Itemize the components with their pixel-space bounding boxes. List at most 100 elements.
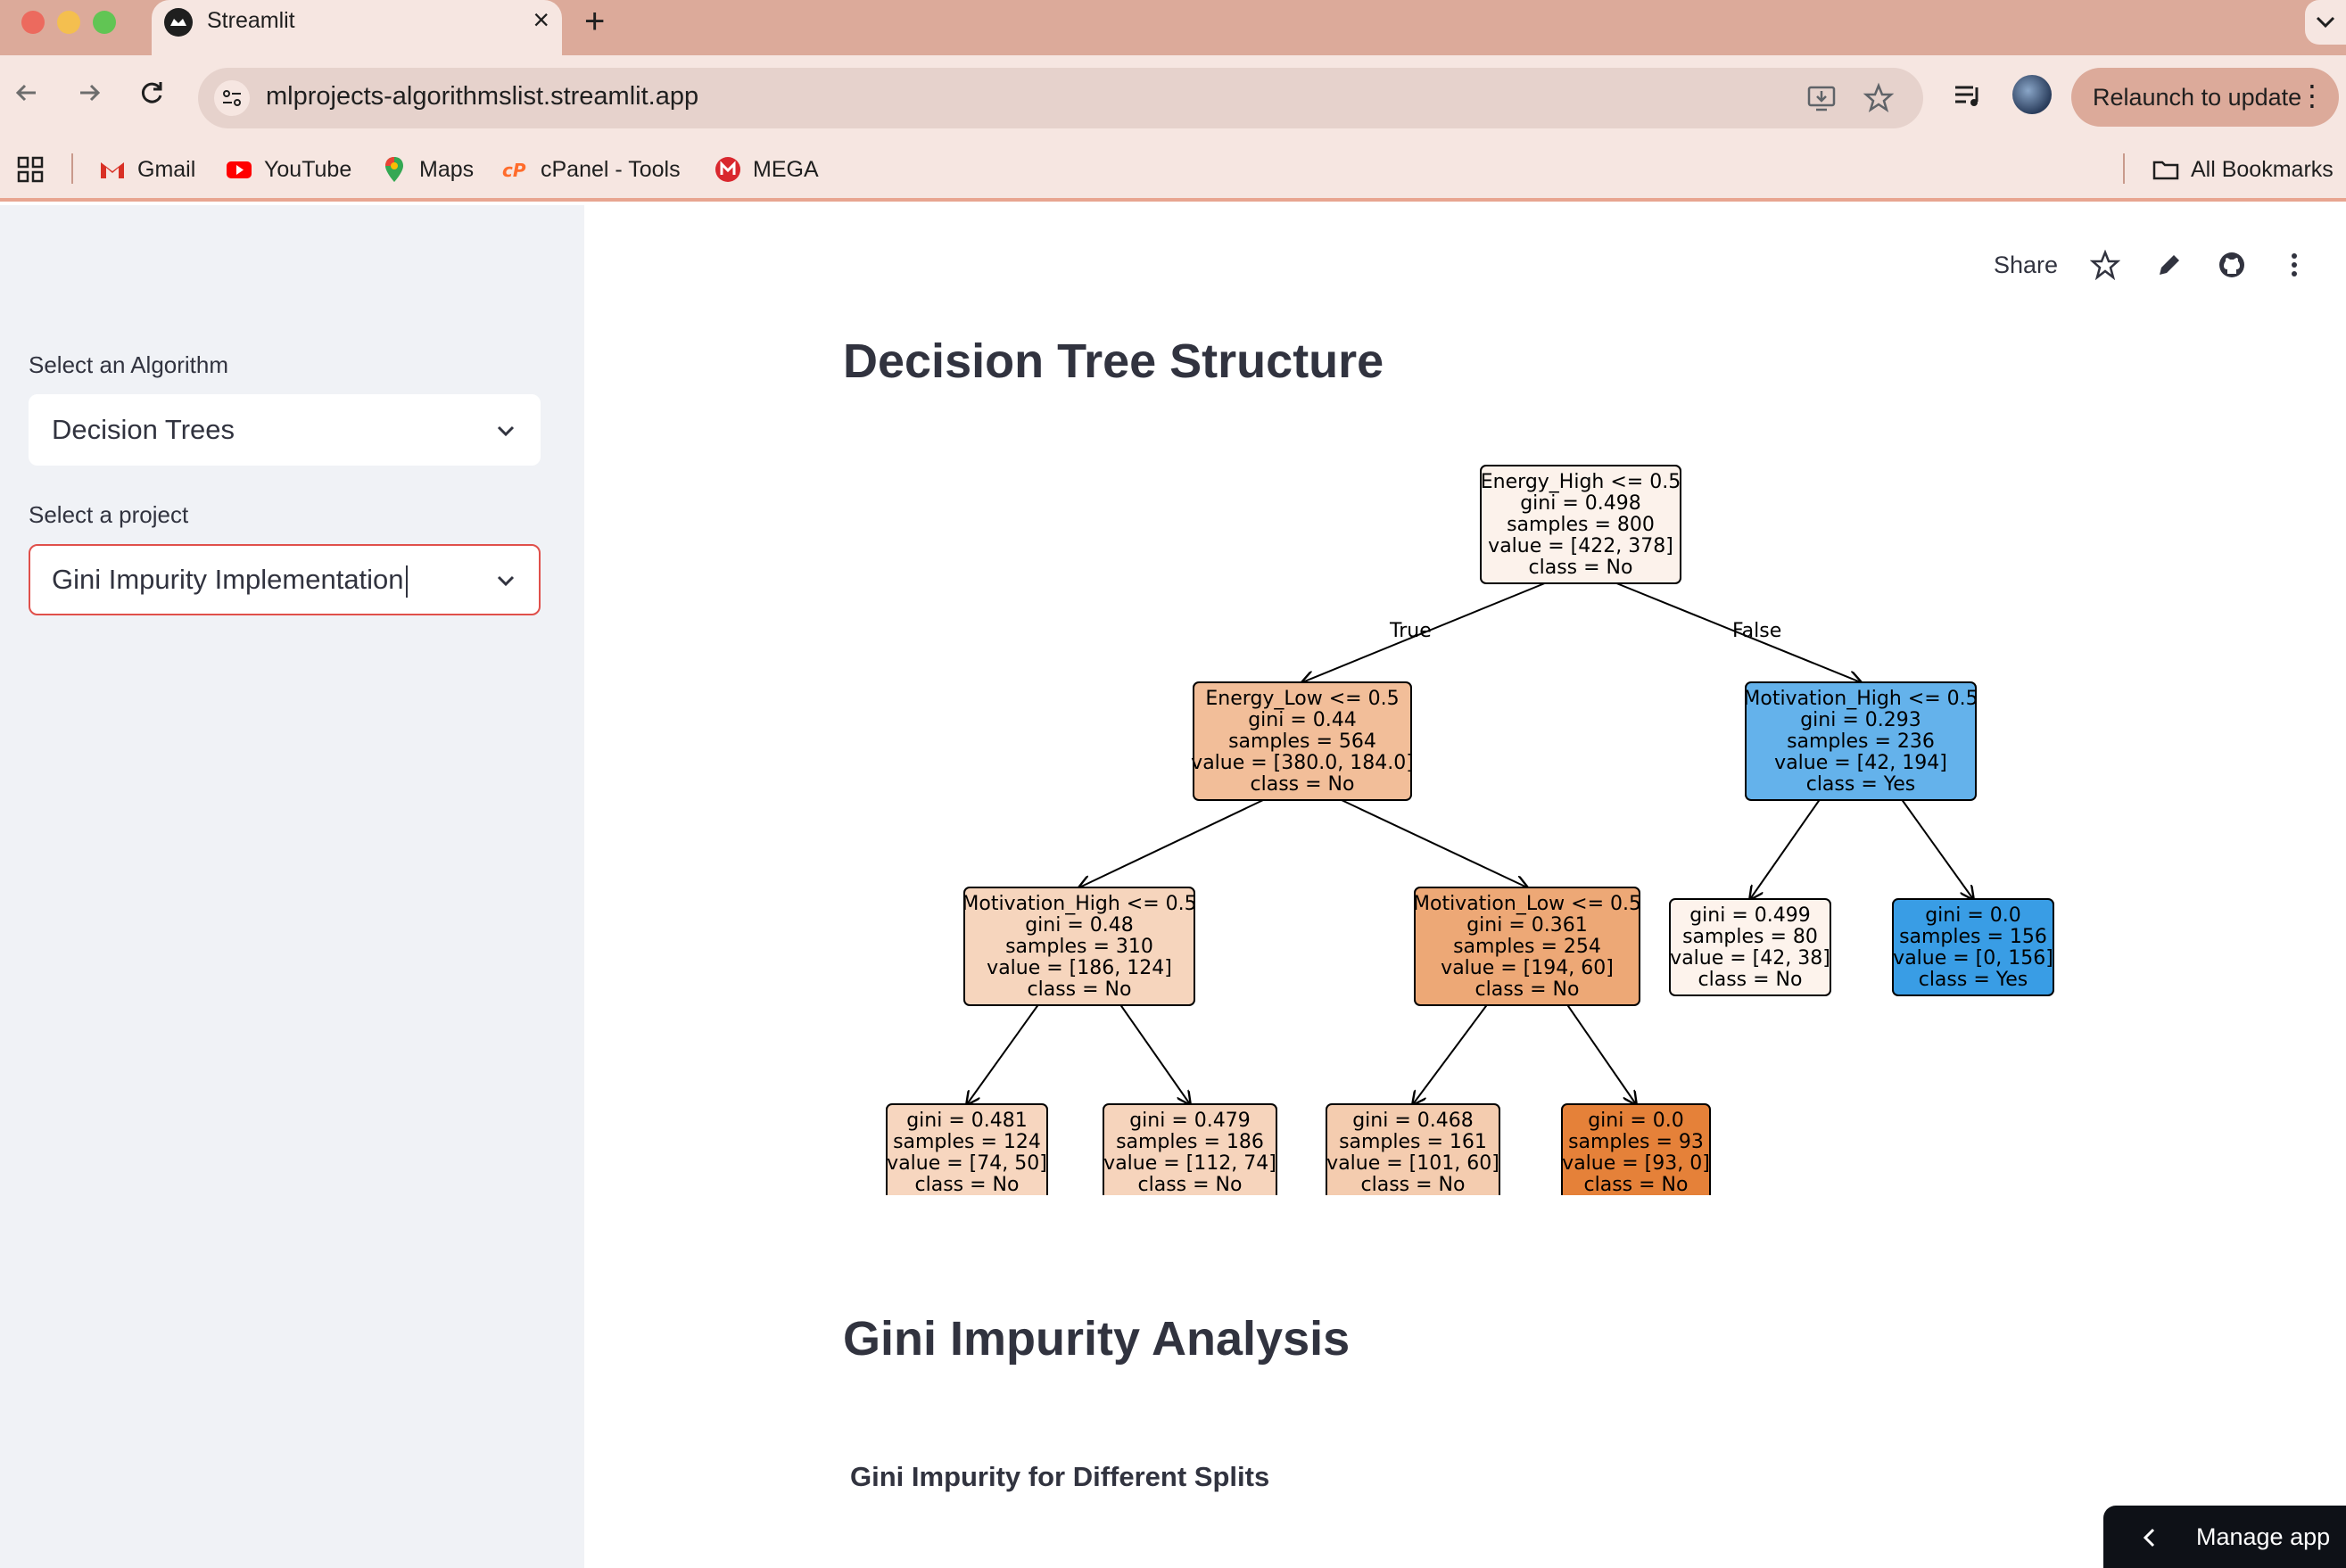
project-select-text: Gini Impurity Implementation [52,564,404,595]
tree-nodes: Energy_High <= 0.5gini = 0.498 samples = … [886,465,2054,1195]
tree-node-root: Energy_High <= 0.5gini = 0.498samples = … [1480,465,1681,584]
tree-node-line: value = [194, 60] [1441,957,1614,979]
apps-grid-icon[interactable] [16,152,45,187]
bookmark-label: Gmail [137,156,196,182]
tree-node-line: samples = 236 [1787,730,1935,753]
back-arrow-icon[interactable] [9,75,45,111]
browser-tab-bar: Streamlit × + [0,0,2346,55]
project-select[interactable]: Gini Impurity Implementation [29,544,541,615]
all-bookmarks-label: All Bookmarks [2191,156,2334,182]
text-cursor [405,565,408,598]
bookmark-label: YouTube [264,156,352,182]
chevron-down-icon [2316,16,2335,29]
tree-node-line: gini = 0.479 [1129,1110,1251,1132]
tree-node-line: samples = 93 [1568,1131,1704,1153]
tree-node-lrr: gini = 0.0samples = 93value = [93, 0]cla… [1561,1103,1711,1195]
tree-edge [1566,1004,1636,1104]
mega-icon [715,157,740,182]
tree-edge [1079,799,1264,887]
tree-node-line: value = [186, 124] [987,957,1172,979]
site-settings-icon[interactable] [214,80,250,116]
bookmark-youtube[interactable]: YouTube [225,152,351,187]
bookmark-maps[interactable]: Maps [380,152,474,187]
bookmark-label: MEGA [753,156,819,182]
bookmark-mega[interactable]: MEGA [714,152,819,187]
tree-node-line: class = No [1028,978,1132,1001]
tab-title: Streamlit [207,8,295,33]
tree-node-line: gini = 0.481 [906,1110,1028,1132]
tree-node-llr: gini = 0.479samples = 186value = [112, 7… [1103,1103,1277,1195]
tree-node-line: gini = 0.48 [1025,914,1134,937]
media-controls-icon[interactable] [1950,78,1986,114]
bookmark-gmail[interactable]: Gmail [98,152,195,187]
maps-pin-icon [385,157,403,182]
maximize-window-button[interactable] [93,11,116,34]
pencil-icon[interactable] [2154,250,2185,280]
tree-node-r: Motivation_High <= 0.5gini = 0.293sample… [1743,681,1978,801]
tree-node-line: value = [74, 50] [887,1152,1047,1175]
tree-edge [1119,1004,1190,1104]
tree-edges [967,582,1973,1104]
tree-edge [1341,799,1527,887]
tree-node-line: value = [422, 378] [1488,535,1673,557]
tree-node-line: Energy_High <= 0.5 [1481,471,1681,493]
tree-node-line: class = No [1251,773,1355,796]
tree-edge [967,1004,1039,1104]
tree-edge [1413,1004,1488,1104]
tree-node-line: class = No [1584,1174,1689,1195]
tree-node-line: value = [42, 38] [1670,947,1830,970]
more-vertical-icon: ⋮ [2298,79,2326,111]
tree-node-line: value = [93, 0] [1562,1152,1710,1175]
bookmarks-divider [71,153,73,184]
tree-node-line: Energy_Low <= 0.5 [1205,688,1399,710]
reload-icon[interactable] [134,75,169,111]
tree-node-line: Motivation_Low <= 0.5 [1413,893,1641,915]
tab-close-icon[interactable]: × [533,4,549,37]
tree-node-line: samples = 80 [1682,926,1818,948]
forward-arrow-icon[interactable] [71,75,107,111]
tree-node-line: value = [0, 156] [1893,947,2053,970]
new-tab-icon[interactable]: + [584,0,605,43]
address-bar[interactable]: mlprojects-algorithmslist.streamlit.app [198,68,1923,128]
more-vertical-icon[interactable] [2279,250,2309,280]
tab-search-button[interactable] [2305,0,2346,45]
share-button[interactable]: Share [1994,252,2058,279]
edge-label-true: True [1389,620,1432,642]
svg-text:cP: cP [502,160,526,181]
tree-node-line: gini = 0.44 [1248,709,1357,731]
tree-node-line: value = [380.0, 184.0] [1191,752,1414,774]
bookmark-star-icon[interactable] [1863,82,1895,114]
profile-avatar[interactable] [2012,75,2052,114]
tree-node-line: gini = 0.498 [1520,492,1641,515]
tree-node-line: samples = 156 [1899,926,2047,948]
url-text[interactable]: mlprojects-algorithmslist.streamlit.app [266,82,698,111]
tree-node-ll: Motivation_High <= 0.5gini = 0.48samples… [962,887,1197,1006]
all-bookmarks-button[interactable]: All Bookmarks [2152,152,2334,187]
tree-node-line: samples = 124 [893,1131,1041,1153]
project-select-value: Gini Impurity Implementation [52,564,408,598]
minimize-window-button[interactable] [57,11,80,34]
tree-node-line: samples = 564 [1228,730,1376,753]
streamlit-favicon-icon [164,8,193,37]
browser-toolbar: mlprojects-algorithmslist.streamlit.app … [0,55,2346,139]
install-app-icon[interactable] [1805,82,1838,114]
star-icon[interactable] [2090,250,2120,280]
project-select-label: Select a project [29,501,189,528]
tree-node-line: class = No [1138,1174,1243,1195]
relaunch-to-update-button[interactable]: Relaunch to update ⋮ [2071,68,2339,127]
close-window-button[interactable] [21,11,45,34]
tree-node-rl: gini = 0.499samples = 80value = [42, 38]… [1669,898,1831,996]
manage-app-button[interactable]: Manage app [2103,1506,2346,1568]
cpanel-icon: cP [502,160,526,181]
tree-node-line: samples = 254 [1453,936,1601,958]
bookmark-cpanel[interactable]: cP cPanel - Tools [501,152,681,187]
bookmarks-divider [2123,153,2125,184]
manage-app-label: Manage app [2196,1523,2331,1550]
tree-node-l: Energy_Low <= 0.5gini = 0.44samples = 56… [1191,681,1414,801]
gmail-icon [101,162,124,178]
tree-node-line: class = No [1698,969,1803,991]
browser-tab[interactable]: Streamlit × [152,0,562,55]
github-icon[interactable] [2217,250,2247,280]
tree-edge [1901,799,1973,899]
algorithm-select[interactable]: Decision Trees [29,394,541,466]
